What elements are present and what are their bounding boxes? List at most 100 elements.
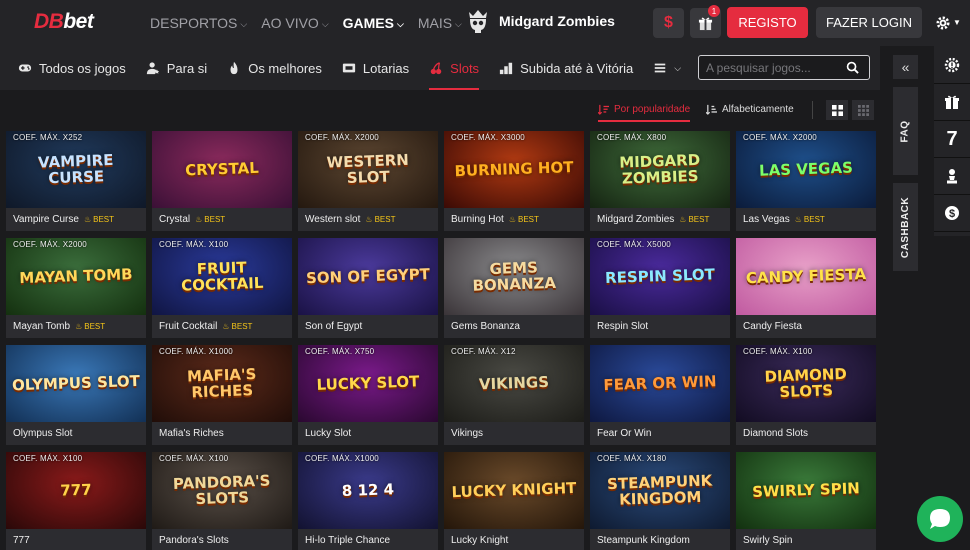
tab-para-si[interactable]: Para si bbox=[146, 46, 207, 90]
game-thumbnail: FRUIT COCKTAIL COEF. MÁX. X100 bbox=[152, 238, 292, 315]
game-card[interactable]: 8 12 4 COEF. MÁX. X1000 Hi-lo Triple Chanc… bbox=[298, 452, 438, 550]
max-coefficient: COEF. MÁX. X3000 bbox=[451, 133, 525, 142]
flame-icon: ♨ bbox=[222, 322, 230, 331]
tab-os-melhores[interactable]: Os melhores bbox=[227, 46, 322, 90]
game-thumbnail: LUCKY KNIGHT bbox=[444, 452, 584, 529]
game-card[interactable]: VIKINGS COEF. MÁX. X12 Vikings bbox=[444, 345, 584, 445]
nav-mais[interactable]: MAIS ⌵ bbox=[418, 15, 462, 31]
nav-games[interactable]: GAMES ⌵ bbox=[343, 15, 404, 31]
login-button[interactable]: FAZER LOGIN bbox=[816, 7, 922, 38]
tab-label: Todos os jogos bbox=[39, 60, 126, 76]
game-thumbnail: PANDORA'S SLOTS COEF. MÁX. X100 bbox=[152, 452, 292, 529]
bars-icon bbox=[499, 62, 513, 75]
game-card[interactable]: BURNING HOT COEF. MÁX. X3000 Burning Hot ♨ B… bbox=[444, 131, 584, 231]
game-card[interactable]: GEMS BONANZA Gems Bonanza bbox=[444, 238, 584, 338]
game-card[interactable]: LUCKY KNIGHT Lucky Knight bbox=[444, 452, 584, 550]
game-card[interactable]: SWIRLY SPIN Swirly Spin bbox=[736, 452, 876, 550]
game-thumbnail: MIDGARD ZOMBIES COEF. MÁX. X800 bbox=[590, 131, 730, 208]
sort-popularity[interactable]: Por popularidade bbox=[598, 104, 691, 122]
game-thumbnail: OLYMPUS SLOT bbox=[6, 345, 146, 422]
chat-button[interactable] bbox=[917, 496, 963, 542]
tab-label: Lotarias bbox=[362, 60, 410, 76]
register-button[interactable]: REGISTO bbox=[727, 7, 808, 38]
game-name: Gems Bonanza bbox=[451, 321, 520, 332]
game-thumbnail: LUCKY SLOT COEF. MÁX. X750 bbox=[298, 345, 438, 422]
search-input[interactable] bbox=[706, 60, 846, 75]
chevron-down-icon: ▼ bbox=[953, 18, 961, 27]
max-coefficient: COEF. MÁX. X800 bbox=[597, 133, 667, 142]
max-coefficient: COEF. MÁX. X252 bbox=[13, 133, 83, 142]
flame-icon: ♨ bbox=[195, 215, 203, 224]
game-card[interactable]: LAS VEGAS COEF. MÁX. X2000 Las Vegas ♨ BEST bbox=[736, 131, 876, 231]
game-card[interactable]: PANDORA'S SLOTS COEF. MÁX. X100 Pandora's … bbox=[152, 452, 292, 550]
game-card[interactable]: CRYSTAL Crystal ♨ BEST bbox=[152, 131, 292, 231]
compact-view-button[interactable] bbox=[852, 100, 874, 120]
game-card[interactable]: RESPIN SLOT COEF. MÁX. X5000 Respin Slot bbox=[590, 238, 730, 338]
gear-icon bbox=[936, 16, 950, 29]
best-label: BEST bbox=[84, 322, 106, 331]
search-icon[interactable] bbox=[846, 61, 859, 74]
game-card[interactable]: 777 COEF. MÁX. X100 777 bbox=[6, 452, 146, 550]
collapse-rail-button[interactable]: « bbox=[893, 55, 918, 79]
game-card-footer: Crystal ♨ BEST bbox=[152, 208, 292, 231]
gift-icon bbox=[945, 95, 959, 109]
game-card[interactable]: MAFIA'S RICHES COEF. MÁX. X1000 Mafia's Ri… bbox=[152, 345, 292, 445]
cashier-button[interactable]: $ bbox=[934, 195, 970, 232]
game-card-footer: Son of Egypt bbox=[298, 315, 438, 338]
sort-alphabetical[interactable]: Alfabeticamente bbox=[706, 104, 794, 115]
best-badge: ♨ BEST bbox=[509, 215, 539, 224]
game-card[interactable]: SON OF EGYPT Son of Egypt bbox=[298, 238, 438, 338]
best-badge: ♨ BEST bbox=[195, 215, 225, 224]
nav-label: AO VIVO bbox=[261, 15, 319, 31]
game-card[interactable]: CANDY FIESTA Candy Fiesta bbox=[736, 238, 876, 338]
rail-bonus-button[interactable] bbox=[934, 84, 970, 121]
game-name: Crystal bbox=[159, 214, 191, 225]
tab-subida-ate-a-vitoria[interactable]: Subida até à Vitória bbox=[499, 46, 633, 90]
game-thumbnail: SON OF EGYPT bbox=[298, 238, 438, 315]
tab-lotarias[interactable]: Lotarias bbox=[342, 46, 409, 90]
game-card[interactable]: WESTERN SLOT COEF. MÁX. X2000 Western slot… bbox=[298, 131, 438, 231]
game-card-footer: Lucky Slot bbox=[298, 422, 438, 445]
more-categories-button[interactable]: ⌵ bbox=[653, 46, 681, 90]
compact-grid-icon bbox=[857, 104, 869, 116]
faq-tab[interactable]: FAQ bbox=[893, 87, 918, 175]
tab-label: Subida até à Vitória bbox=[520, 60, 634, 76]
brand-logo[interactable]: DBbet bbox=[34, 10, 94, 34]
game-card[interactable]: DIAMOND SLOTS COEF. MÁX. X100 Diamond Slot… bbox=[736, 345, 876, 445]
gamepad-icon bbox=[18, 64, 32, 72]
user-star-icon bbox=[146, 62, 159, 75]
cashback-tab[interactable]: CASHBACK bbox=[893, 183, 918, 271]
tab-todos-os-jogos[interactable]: Todos os jogos bbox=[18, 46, 126, 90]
game-card[interactable]: LUCKY SLOT COEF. MÁX. X750 Lucky Slot bbox=[298, 345, 438, 445]
game-card-footer: Hi-lo Triple Chance bbox=[298, 529, 438, 550]
search-box bbox=[698, 55, 870, 80]
featured-game-link[interactable]: Midgard Zombies bbox=[466, 8, 615, 34]
game-card[interactable]: OLYMPUS SLOT Olympus Slot bbox=[6, 345, 146, 445]
best-badge: ♨ BEST bbox=[795, 215, 825, 224]
game-card[interactable]: VAMPIRE CURSE COEF. MÁX. X252 Vampire Curs… bbox=[6, 131, 146, 231]
grid-view-button[interactable] bbox=[826, 100, 848, 120]
game-art-title: CRYSTAL bbox=[184, 158, 260, 179]
nav-ao-vivo[interactable]: AO VIVO ⌵ bbox=[261, 15, 328, 31]
game-card-footer: Diamond Slots bbox=[736, 422, 876, 445]
game-card[interactable]: STEAMPUNK KINGDOM COEF. MÁX. X180 Steampun… bbox=[590, 452, 730, 550]
game-thumbnail: WESTERN SLOT COEF. MÁX. X2000 bbox=[298, 131, 438, 208]
game-card[interactable]: FRUIT COCKTAIL COEF. MÁX. X100 Fruit Cockt… bbox=[152, 238, 292, 338]
settings-button[interactable]: ▼ bbox=[930, 7, 966, 38]
game-card[interactable]: MIDGARD ZOMBIES COEF. MÁX. X800 Midgard Zo… bbox=[590, 131, 730, 231]
game-thumbnail: VAMPIRE CURSE COEF. MÁX. X252 bbox=[6, 131, 146, 208]
game-card[interactable]: MAYAN TOMB COEF. MÁX. X2000 Mayan Tomb ♨ BES… bbox=[6, 238, 146, 338]
bonus-button[interactable]: 1 bbox=[690, 5, 721, 38]
best-label: BEST bbox=[688, 215, 710, 224]
max-coefficient: COEF. MÁX. X100 bbox=[743, 347, 813, 356]
jackpot-button[interactable] bbox=[934, 158, 970, 195]
sort-row: Por popularidade Alfabeticamente bbox=[0, 90, 880, 130]
game-name: Swirly Spin bbox=[743, 535, 793, 546]
deposit-button[interactable]: $ bbox=[653, 8, 684, 38]
seven-button[interactable]: 7 bbox=[934, 121, 970, 158]
game-card[interactable]: FEAR OR WIN Fear Or Win bbox=[590, 345, 730, 445]
grid-icon bbox=[831, 104, 843, 116]
tab-slots[interactable]: Slots bbox=[429, 46, 479, 90]
nav-desportos[interactable]: DESPORTOS ⌵ bbox=[150, 15, 247, 31]
tournament-button[interactable] bbox=[934, 47, 970, 84]
